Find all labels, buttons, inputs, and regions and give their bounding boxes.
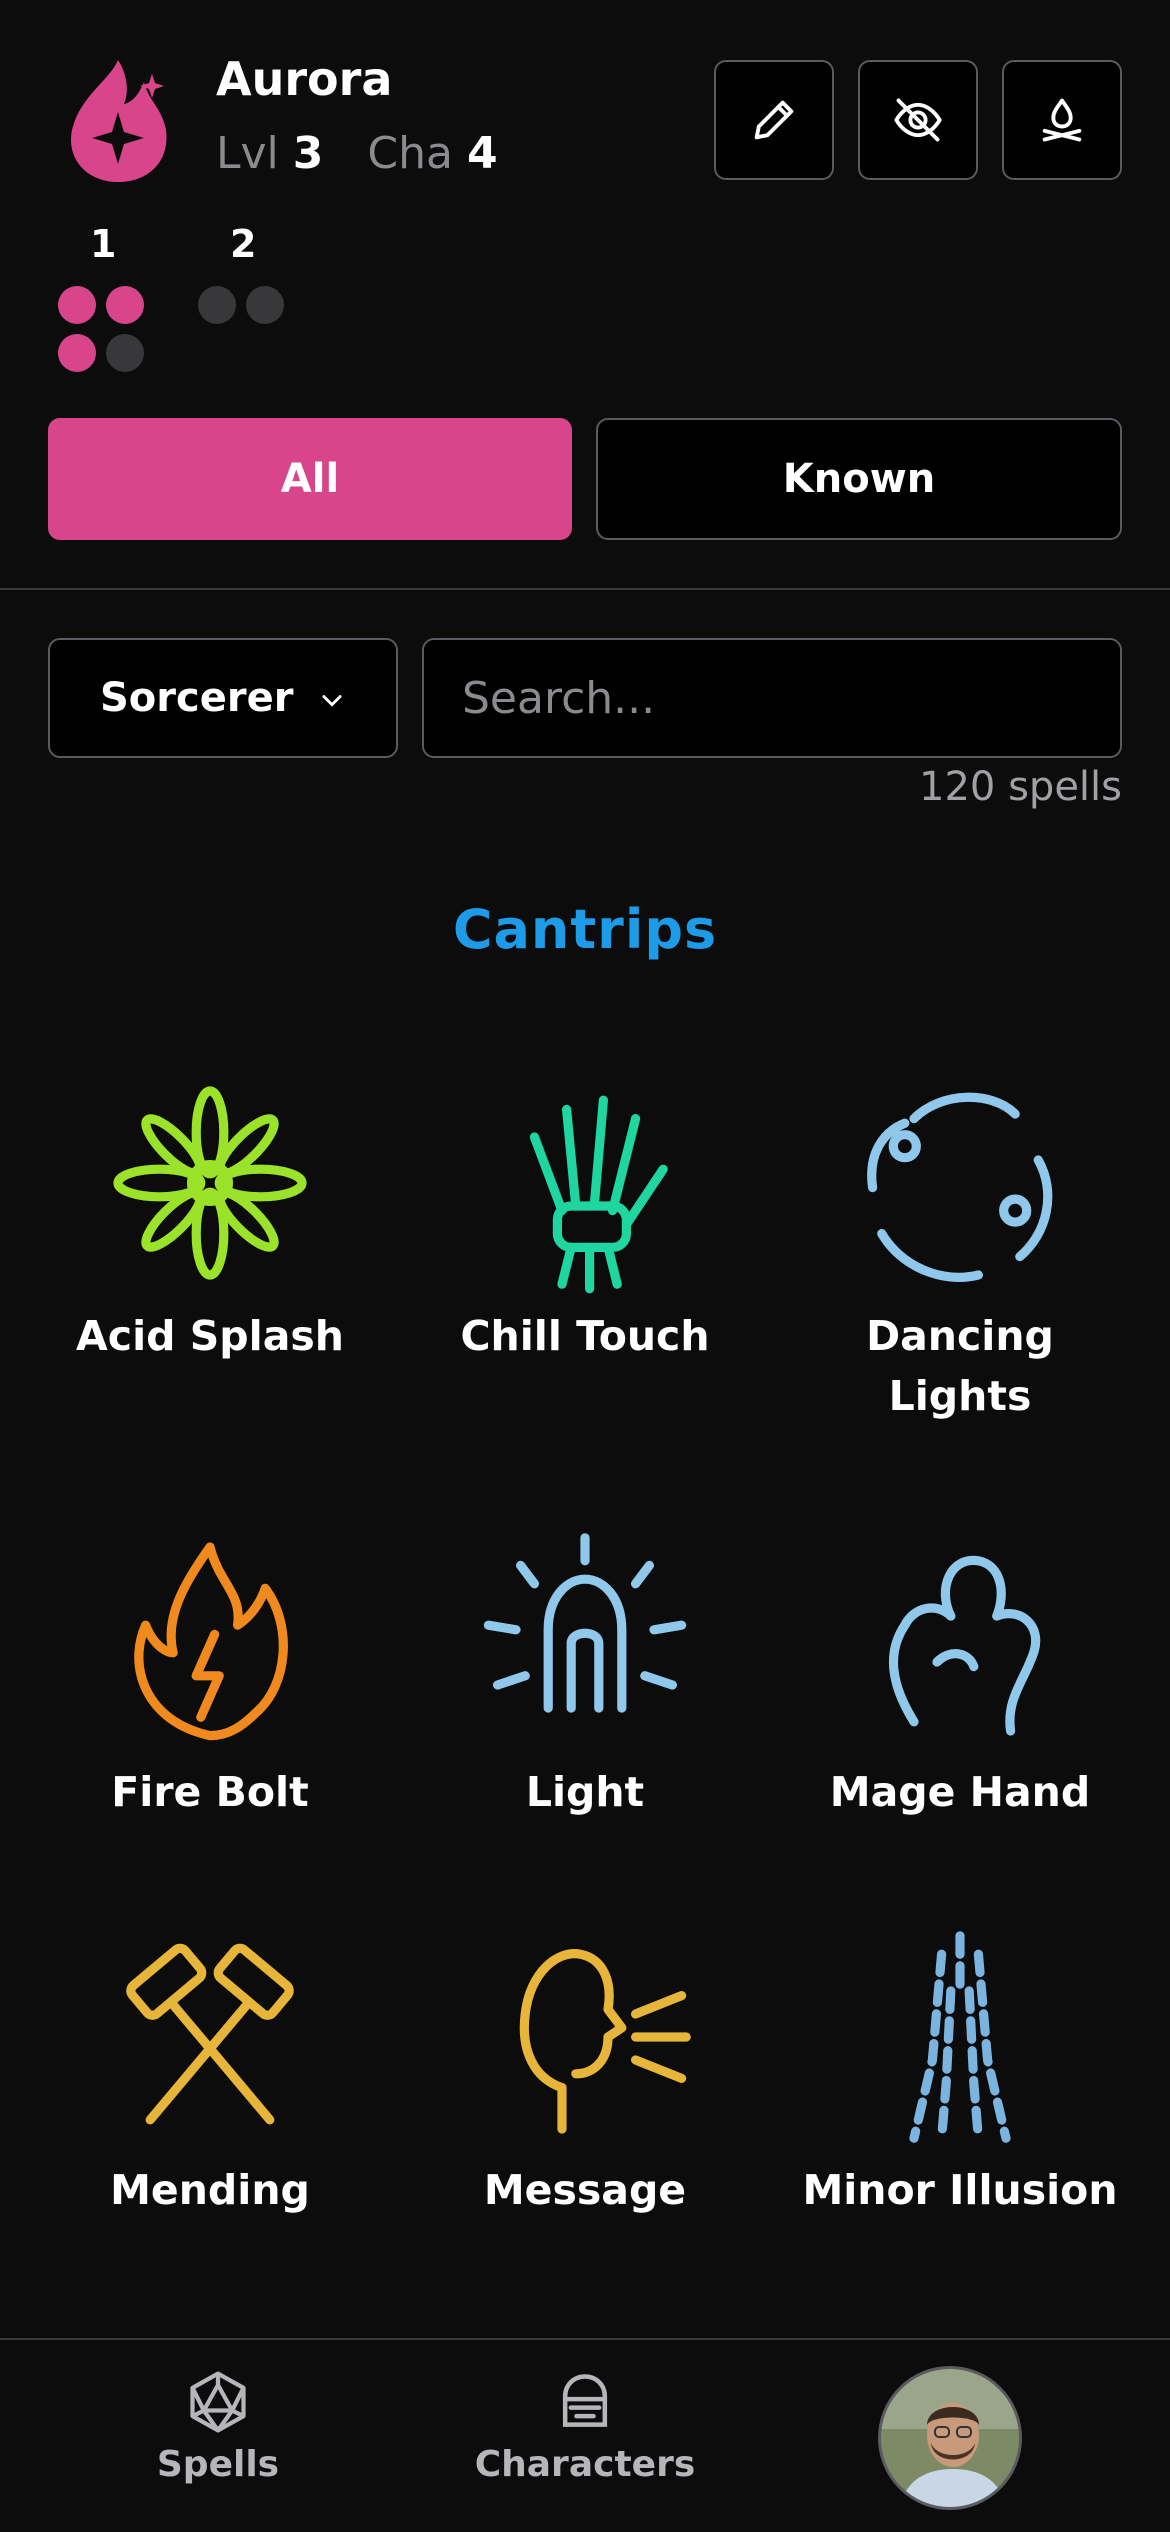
flame-bolt-icon xyxy=(134,1542,288,1741)
spell-card-acid-splash[interactable]: Acid Splash xyxy=(45,1068,375,1366)
spell-card-message[interactable]: Message xyxy=(420,1922,750,2220)
spell-name: Minor Illusion xyxy=(802,2166,1118,2214)
section-title: Cantrips xyxy=(452,898,718,961)
slot-dot[interactable] xyxy=(106,286,144,324)
whisper-face-icon xyxy=(519,1949,691,2134)
eye-off-icon xyxy=(894,98,942,142)
chevron-down-icon xyxy=(322,695,342,707)
avatar[interactable] xyxy=(878,2366,1022,2510)
swirl-lights-icon xyxy=(867,1092,1053,1282)
campfire-icon xyxy=(1042,98,1082,142)
spell-name: Mage Hand xyxy=(829,1768,1091,1816)
nav-characters[interactable]: Characters xyxy=(435,2368,735,2485)
slot-dot[interactable] xyxy=(58,286,96,324)
spell-card-chill-touch[interactable]: Chill Touch xyxy=(420,1068,750,1366)
crossed-hammers-icon xyxy=(126,1943,294,2125)
flame-logo-icon xyxy=(71,60,167,182)
spell-name: Message xyxy=(483,2166,687,2214)
slot-dot[interactable] xyxy=(58,334,96,372)
profile-photo-icon xyxy=(881,2369,1019,2507)
spell-name: Dancing Lights xyxy=(866,1312,1054,1420)
spell-card-mending[interactable]: Mending xyxy=(45,1922,375,2220)
spell-count: 120 spells xyxy=(919,764,1122,810)
radiant-helm-icon xyxy=(483,1533,687,1713)
spell-name: Acid Splash xyxy=(76,1312,344,1360)
spell-name: Mending xyxy=(110,2166,310,2214)
spell-card-light[interactable]: Light xyxy=(420,1524,750,1822)
spell-name: Light xyxy=(525,1768,645,1816)
spell-name: Chill Touch xyxy=(460,1312,710,1360)
stat-value: 4 xyxy=(466,128,498,179)
tab-known[interactable]: Known xyxy=(596,418,1122,540)
slot-level-2-label: 2 xyxy=(230,222,257,266)
spell-card-fire-bolt[interactable]: Fire Bolt xyxy=(45,1524,375,1822)
character-name: Aurora xyxy=(216,52,393,106)
illusion-figure-icon xyxy=(909,1931,1011,2143)
knight-helmet-icon xyxy=(562,2374,608,2427)
bottom-nav: Spells Characters xyxy=(0,2338,1170,2532)
d20-icon xyxy=(190,2371,246,2433)
nav-characters-label: Characters xyxy=(474,2444,696,2485)
hide-button[interactable] xyxy=(858,60,978,180)
slot-dot[interactable] xyxy=(198,286,236,324)
rest-button[interactable] xyxy=(1002,60,1122,180)
search-input[interactable] xyxy=(422,638,1122,758)
character-header: Aurora Lvl 3 Cha 4 1 2 xyxy=(0,0,1170,410)
skeleton-hand-icon xyxy=(529,1095,668,1294)
slot-dot[interactable] xyxy=(246,286,284,324)
stat-label: Cha xyxy=(367,128,453,179)
nav-spells[interactable]: Spells xyxy=(68,2368,368,2485)
pencil-icon xyxy=(754,100,794,140)
acid-splash-icon xyxy=(113,1086,307,1280)
tab-all[interactable]: All xyxy=(48,418,572,540)
divider xyxy=(0,588,1170,590)
slot-level-1-label: 1 xyxy=(90,222,117,266)
spellbook-screen: Aurora Lvl 3 Cha 4 1 2 All Known Sorcere… xyxy=(0,0,1170,2532)
spell-card-mage-hand[interactable]: Mage Hand xyxy=(795,1524,1125,1822)
slot-dot[interactable] xyxy=(106,334,144,372)
level-value: 3 xyxy=(292,128,324,179)
level-label: Lvl xyxy=(216,128,279,179)
class-select[interactable]: Sorcerer xyxy=(48,638,398,758)
nav-spells-label: Spells xyxy=(156,2444,280,2485)
character-stats: Lvl 3 Cha 4 xyxy=(216,128,542,179)
edit-button[interactable] xyxy=(714,60,834,180)
spell-card-minor-illusion[interactable]: Minor Illusion xyxy=(795,1922,1125,2220)
spectral-hand-icon xyxy=(888,1555,1041,1736)
class-select-value: Sorcerer xyxy=(100,675,294,721)
spell-name: Fire Bolt xyxy=(111,1768,309,1816)
spell-card-dancing-lights[interactable]: Dancing Lights xyxy=(795,1068,1125,1426)
